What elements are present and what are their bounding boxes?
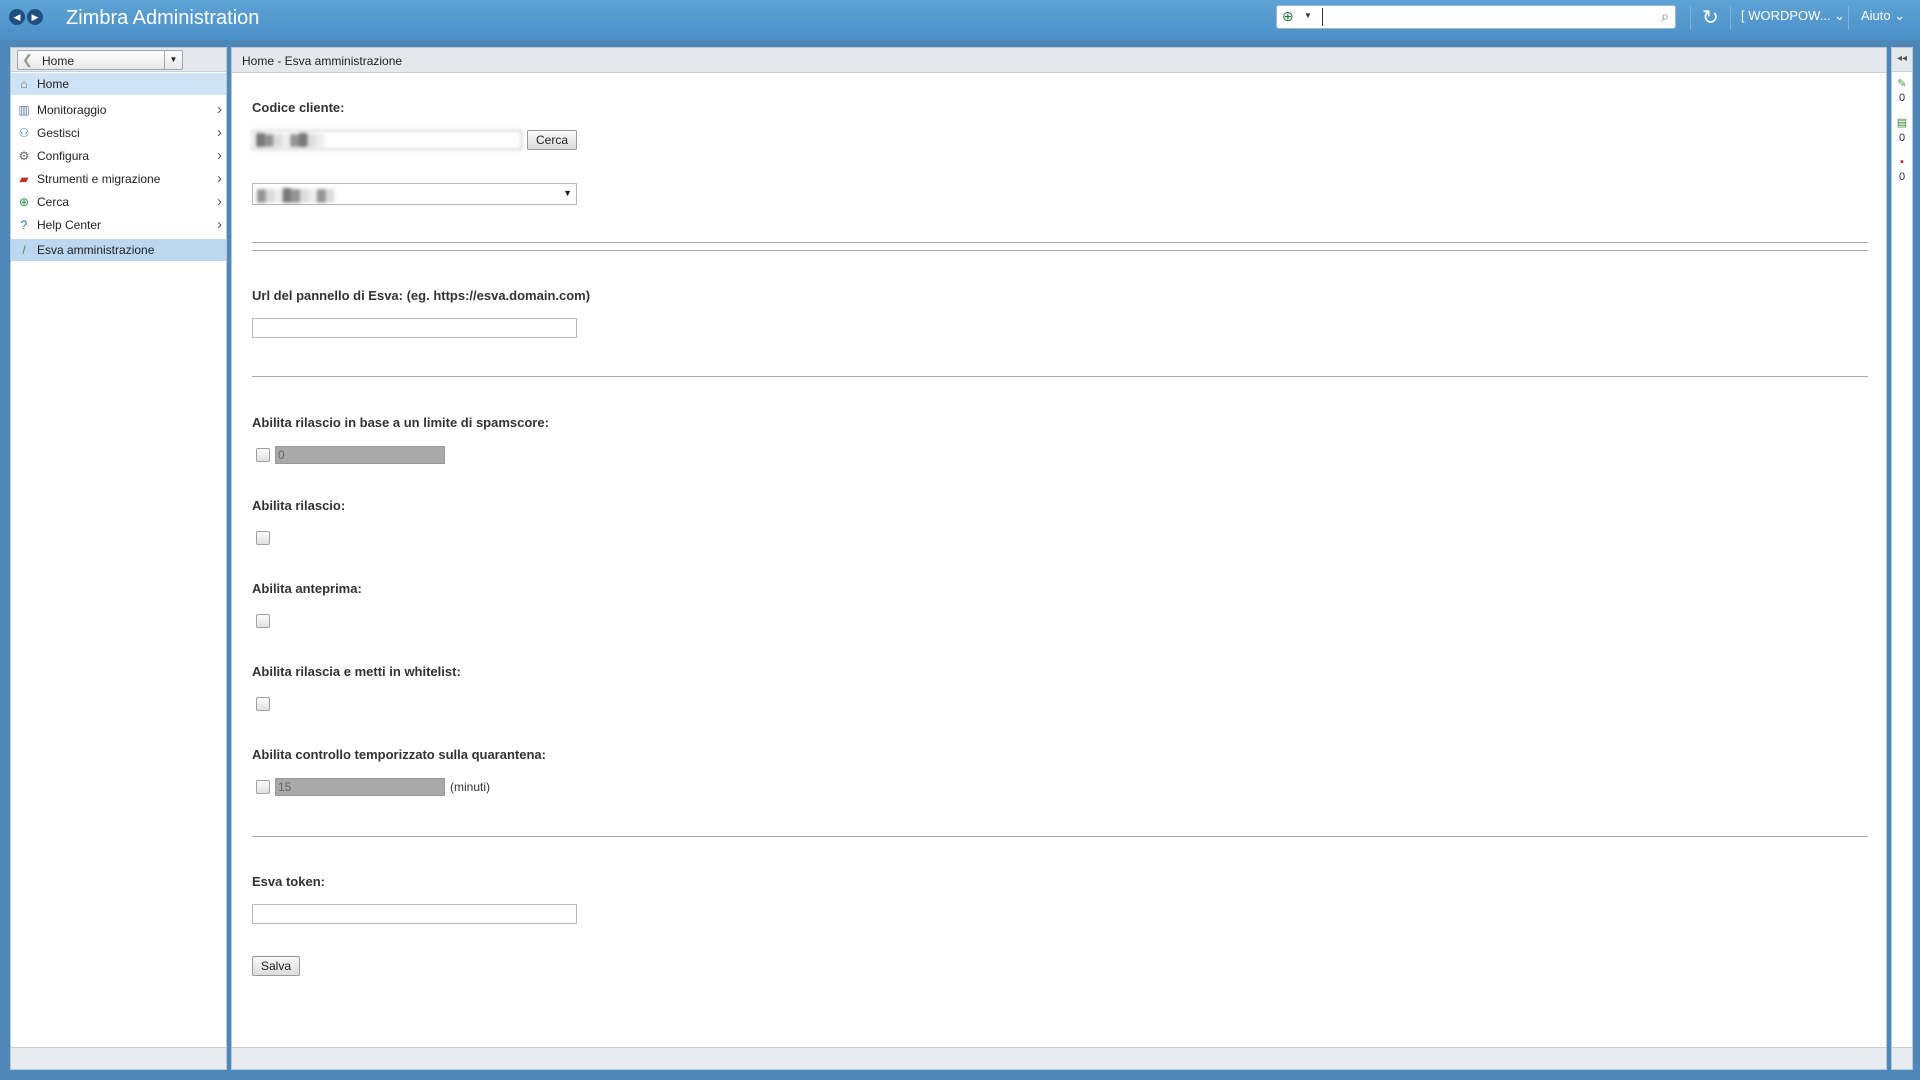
content-footer (232, 1047, 1886, 1069)
monitor-icon: ▥ (18, 103, 30, 117)
search-button[interactable]: Cerca (527, 130, 578, 150)
release-label: Abilita rilascio: (252, 498, 346, 513)
customer-select-value: ▓▒░█▓▒░▓▒ (257, 188, 335, 202)
strip-footer (1892, 1047, 1912, 1069)
divider (252, 242, 1868, 243)
timed-check-input: 15 (275, 778, 445, 796)
forward-arrow-icon[interactable]: ▶ (27, 9, 43, 25)
spamscore-input: 0 (275, 446, 445, 464)
refresh-icon[interactable]: ↻ (1702, 5, 1719, 30)
users-icon: ⚇ (18, 126, 30, 140)
notification-strip: ◂◂ ✎ 0 ▤ 0 ▪ 0 (1891, 47, 1913, 1070)
sidebar-item-label: Help Center (37, 218, 102, 232)
sidebar-item-label: Strumenti e migrazione (37, 172, 161, 186)
navigation-header: ❮ Home ▼ (11, 48, 226, 72)
chevron-right-icon: › (217, 101, 222, 118)
whitelist-checkbox[interactable] (256, 697, 270, 711)
chevron-right-icon: › (217, 124, 222, 141)
home-select[interactable]: ❮ Home ▼ (17, 50, 183, 70)
navigation-footer (11, 1047, 226, 1069)
content-panel: Home - Esva amministrazione Codice clien… (231, 47, 1887, 1070)
whitelist-label: Abilita rilascia e metti in whitelist: (252, 664, 461, 679)
sidebar-item-cerca[interactable]: ⊕ Cerca › (11, 191, 226, 213)
task-icon[interactable]: ▤ (1895, 116, 1909, 130)
sidebar-item-label: Home (37, 77, 70, 91)
timed-check-unit: (minuti) (450, 780, 491, 794)
home-icon: ⌂ (20, 77, 28, 91)
chevron-right-icon: › (217, 216, 222, 233)
content-header: Home - Esva amministrazione (232, 48, 1886, 73)
divider (1730, 6, 1731, 30)
back-arrow-icon[interactable]: ◀ (9, 9, 25, 25)
search-icon: ⊕ (18, 195, 30, 209)
sidebar-item-label: Configura (37, 149, 90, 163)
configure-icon: ⚙ (18, 149, 30, 163)
back-chevron-icon: ❮ (22, 52, 33, 67)
customer-code-label: Codice cliente: (252, 100, 345, 115)
sidebar-item-label: Gestisci (37, 126, 80, 140)
spamscore-checkbox[interactable] (256, 448, 270, 462)
chevron-down-icon[interactable]: ▼ (164, 51, 182, 69)
chevron-down-icon: ▼ (1304, 11, 1312, 20)
global-search: ⊕ ▼ ⌕ (1276, 5, 1676, 29)
divider (252, 836, 1868, 837)
alert-count: 0 (1898, 171, 1906, 183)
sidebar-item-monitoraggio[interactable]: ▥ Monitoraggio › (11, 99, 226, 121)
divider (252, 250, 1868, 251)
customer-select[interactable]: ▓▒░█▓▒░▓▒ ▼ (252, 183, 577, 205)
chevron-right-icon: › (217, 147, 222, 164)
breadcrumb: Home - Esva amministrazione (242, 54, 403, 68)
chevron-right-icon: › (217, 170, 222, 187)
esva-icon: / (22, 243, 26, 257)
toolbox-icon: ▰ (19, 172, 29, 186)
divider (252, 376, 1868, 377)
search-scope-dropdown[interactable]: ⊕ ▼ (1280, 8, 1318, 26)
home-select-label: Home (42, 54, 75, 68)
sidebar-item-gestisci[interactable]: ⚇ Gestisci › (11, 122, 226, 144)
chevron-right-icon: › (217, 193, 222, 210)
search-input[interactable] (1322, 8, 1622, 26)
preview-label: Abilita anteprima: (252, 581, 362, 596)
app-title: Zimbra Administration (66, 7, 260, 29)
sidebar-item-label: Monitoraggio (37, 103, 107, 117)
release-checkbox[interactable] (256, 531, 270, 545)
help-menu[interactable]: Aiuto ⌄ (1861, 8, 1905, 24)
collapse-icon[interactable]: ◂◂ (1892, 48, 1912, 72)
chevron-down-icon: ▼ (563, 188, 572, 198)
edit-icon[interactable]: ✎ (1895, 77, 1909, 91)
save-button[interactable]: Salva (252, 956, 301, 976)
alert-icon[interactable]: ▪ (1895, 155, 1909, 169)
esva-token-input[interactable] (252, 904, 577, 924)
panel-url-input[interactable] (252, 318, 577, 338)
sidebar-item-help-center[interactable]: ? Help Center › (11, 214, 226, 236)
timed-check-label: Abilita controllo temporizzato sulla qua… (252, 747, 546, 762)
navigation-panel: ❮ Home ▼ ⌂ Home ▥ Monitoraggio › ⚇ Gesti… (10, 47, 227, 1070)
task-count: 0 (1898, 132, 1906, 144)
sidebar-item-esva-amministrazione[interactable]: / Esva amministrazione (11, 239, 226, 261)
sidebar-item-configura[interactable]: ⚙ Configura › (11, 145, 226, 167)
spamscore-label: Abilita rilascio in base a un limite di … (252, 415, 549, 430)
divider (1690, 6, 1691, 30)
preview-checkbox[interactable] (256, 614, 270, 628)
search-scope-icon: ⊕ (1282, 8, 1294, 24)
search-icon[interactable]: ⌕ (1661, 8, 1669, 25)
help-icon: ? (20, 218, 28, 232)
esva-token-label: Esva token: (252, 874, 325, 889)
pending-count: 0 (1898, 92, 1906, 104)
timed-check-checkbox[interactable] (256, 780, 270, 794)
sidebar-item-label: Cerca (37, 195, 70, 209)
divider (1848, 6, 1849, 30)
top-bar: ◀ ▶ Zimbra Administration ⊕ ▼ ⌕ ↻ [ WORD… (0, 0, 1920, 40)
sidebar-item-home[interactable]: ⌂ Home (11, 73, 226, 95)
customer-code-input[interactable] (252, 130, 522, 150)
user-menu[interactable]: [ WORDPOW... ⌄ (1741, 8, 1845, 24)
panel-url-label: Url del pannello di Esva: (eg. https://e… (252, 288, 591, 303)
sidebar-item-strumenti[interactable]: ▰ Strumenti e migrazione › (11, 168, 226, 190)
sidebar-item-label: Esva amministrazione (37, 243, 155, 257)
